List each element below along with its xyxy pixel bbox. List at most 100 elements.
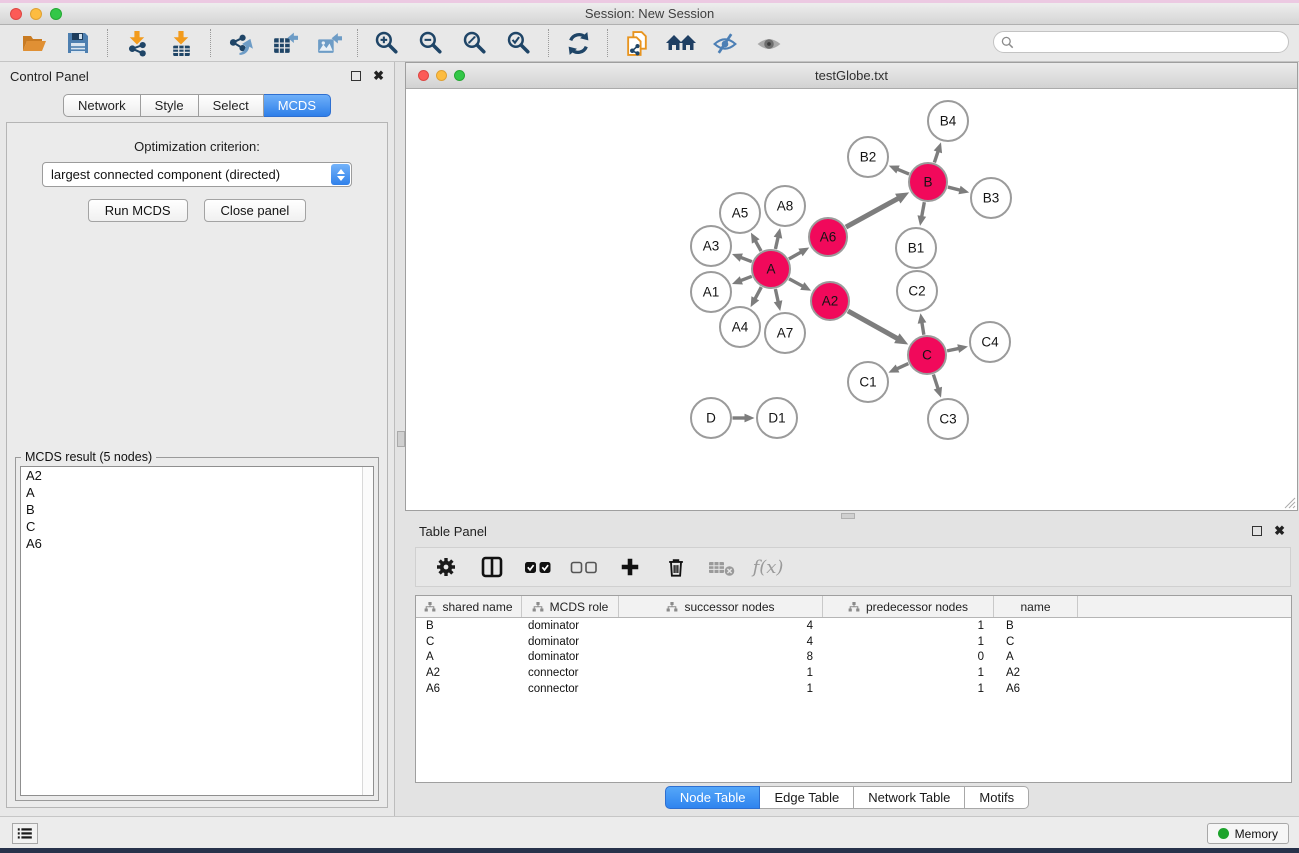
graph-edge-A2-C[interactable] [848, 311, 908, 345]
table-row[interactable]: Cdominator41C [416, 634, 1291, 650]
graph-edge-A-A4[interactable] [751, 287, 762, 307]
eye-slash-icon[interactable] [703, 27, 747, 59]
graph-edge-B-B3[interactable] [948, 186, 969, 195]
network-graph-canvas[interactable]: B4B2BB3A8A5A6A3B1AC2A1A2A4A7C4CC1C3DD1 [406, 89, 1297, 510]
graph-edge-B-B2[interactable] [889, 165, 909, 174]
graph-edge-A-A6[interactable] [789, 248, 809, 259]
mcds-list-scrollbar[interactable] [362, 467, 373, 795]
run-mcds-button[interactable]: Run MCDS [88, 199, 188, 222]
close-panel-icon[interactable]: ✖ [373, 71, 384, 81]
graph-node-B4[interactable]: B4 [928, 101, 968, 141]
mcds-result-item[interactable]: A2 [21, 467, 373, 484]
task-history-button[interactable] [12, 823, 38, 844]
table-row[interactable]: A6connector11A6 [416, 681, 1291, 697]
search-input[interactable] [1019, 35, 1288, 49]
refresh-icon[interactable] [556, 27, 600, 59]
graph-edge-B-B4[interactable] [934, 142, 942, 162]
tab-style[interactable]: Style [141, 94, 199, 117]
graph-edge-D-D1[interactable] [733, 414, 755, 423]
tab-motifs[interactable]: Motifs [965, 786, 1029, 809]
column-header-successor-nodes[interactable]: successor nodes [619, 596, 823, 617]
graph-edge-A-A3[interactable] [732, 254, 752, 262]
column-header-name[interactable]: name [994, 596, 1078, 617]
graph-node-B2[interactable]: B2 [848, 137, 888, 177]
graph-node-A3[interactable]: A3 [691, 226, 731, 266]
graph-node-D1[interactable]: D1 [757, 398, 797, 438]
mcds-result-item[interactable]: A6 [21, 535, 373, 552]
graph-node-A8[interactable]: A8 [765, 186, 805, 226]
table-row[interactable]: Bdominator41B [416, 618, 1291, 634]
select-all-icon[interactable] [520, 552, 556, 582]
graph-edge-C-C4[interactable] [947, 344, 968, 353]
graph-edge-B-B1[interactable] [917, 202, 926, 226]
graph-node-A7[interactable]: A7 [765, 313, 805, 353]
tab-node-table[interactable]: Node Table [665, 786, 761, 809]
tab-mcds[interactable]: MCDS [264, 94, 331, 117]
settings-icon[interactable] [428, 552, 464, 582]
mcds-result-item[interactable]: A [21, 484, 373, 501]
graph-edge-A-A1[interactable] [732, 276, 752, 284]
graph-edge-C-C2[interactable] [918, 313, 927, 335]
mcds-result-item[interactable]: C [21, 518, 373, 535]
graph-edge-A-A7[interactable] [774, 289, 783, 311]
tab-select[interactable]: Select [199, 94, 264, 117]
vertical-splitter-handle[interactable] [397, 431, 405, 447]
column-header-MCDS-role[interactable]: MCDS role [522, 596, 619, 617]
graph-node-A6[interactable]: A6 [809, 218, 847, 256]
graph-node-A2[interactable]: A2 [811, 282, 849, 320]
column-header-predecessor-nodes[interactable]: predecessor nodes [823, 596, 994, 617]
graph-node-A1[interactable]: A1 [691, 272, 731, 312]
tab-network[interactable]: Network [63, 94, 141, 117]
graph-edge-A-A5[interactable] [751, 233, 761, 251]
graph-node-C[interactable]: C [908, 336, 946, 374]
graph-edge-A-A8[interactable] [774, 228, 783, 249]
graph-node-B3[interactable]: B3 [971, 178, 1011, 218]
save-session-icon[interactable] [56, 27, 100, 59]
graph-node-C4[interactable]: C4 [970, 322, 1010, 362]
toggle-panel-icon[interactable] [474, 552, 510, 582]
graph-edge-A-A2[interactable] [789, 279, 811, 291]
table-close-icon[interactable]: ✖ [1274, 526, 1285, 536]
zoom-out-icon[interactable] [409, 27, 453, 59]
float-panel-icon[interactable] [351, 71, 361, 81]
tab-network-table[interactable]: Network Table [854, 786, 965, 809]
home-icon[interactable] [659, 27, 703, 59]
export-network-icon[interactable] [218, 27, 262, 59]
optimization-select[interactable]: largest connected component (directed) [42, 162, 352, 187]
graph-node-C1[interactable]: C1 [848, 362, 888, 402]
graph-node-A4[interactable]: A4 [720, 307, 760, 347]
memory-button[interactable]: Memory [1207, 823, 1289, 844]
graph-node-C2[interactable]: C2 [897, 271, 937, 311]
export-table-icon[interactable] [262, 27, 306, 59]
delete-column-icon[interactable] [658, 552, 694, 582]
eye-icon[interactable] [747, 27, 791, 59]
mcds-result-item[interactable]: B [21, 501, 373, 518]
clone-network-icon[interactable] [615, 27, 659, 59]
graph-node-D[interactable]: D [691, 398, 731, 438]
graph-edge-C-C1[interactable] [888, 364, 908, 373]
search-box[interactable] [993, 31, 1289, 53]
column-header-shared-name[interactable]: shared name [416, 596, 522, 617]
close-panel-button[interactable]: Close panel [204, 199, 307, 222]
graph-node-A5[interactable]: A5 [720, 193, 760, 233]
import-network-icon[interactable] [115, 27, 159, 59]
add-column-icon[interactable] [612, 552, 648, 582]
graph-edge-A6-B[interactable] [846, 192, 909, 227]
export-image-icon[interactable] [306, 27, 350, 59]
resize-grip-icon[interactable] [1282, 495, 1296, 509]
graph-node-A[interactable]: A [752, 250, 790, 288]
table-row[interactable]: Adominator80A [416, 650, 1291, 666]
open-file-icon[interactable] [12, 27, 56, 59]
graph-node-C3[interactable]: C3 [928, 399, 968, 439]
zoom-in-icon[interactable] [365, 27, 409, 59]
zoom-selected-icon[interactable] [497, 27, 541, 59]
import-table-icon[interactable] [159, 27, 203, 59]
tab-edge-table[interactable]: Edge Table [760, 786, 854, 809]
table-row[interactable]: A2connector11A2 [416, 665, 1291, 681]
select-stepper-icon[interactable] [331, 164, 350, 185]
graph-node-B1[interactable]: B1 [896, 228, 936, 268]
table-float-icon[interactable] [1252, 526, 1262, 536]
deselect-all-icon[interactable] [566, 552, 602, 582]
graph-edge-C-C3[interactable] [933, 374, 942, 397]
mcds-result-list[interactable]: A2ABCA6 [20, 466, 374, 796]
